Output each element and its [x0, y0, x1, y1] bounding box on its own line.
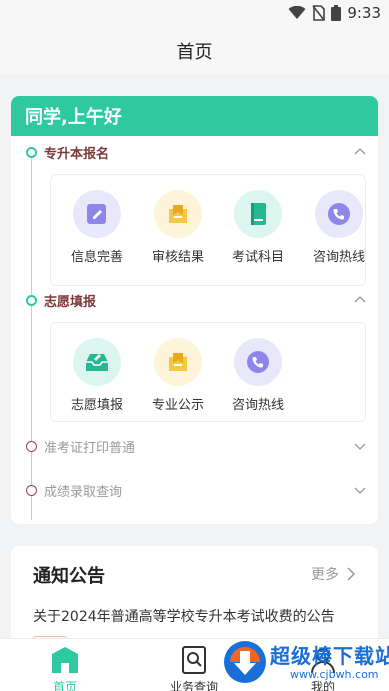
- section-header-application[interactable]: 志愿填报: [11, 288, 378, 312]
- greeting-banner: 同学,上午好: [11, 96, 378, 136]
- app-label: 审核结果: [151, 250, 204, 265]
- home-icon: [52, 647, 78, 673]
- main-card: 同学,上午好 专升本报名 信息完善 审核结果 考试科目 咨询热线 志愿填报 志愿…: [11, 96, 378, 524]
- app-item-review-result[interactable]: 审核结果: [145, 190, 211, 265]
- nav-label: 首页: [52, 680, 77, 691]
- timeline-dot: [26, 440, 37, 452]
- more-link[interactable]: 更多: [311, 564, 356, 584]
- notice-item[interactable]: 关于2024年普通高等学校专升本考试收费的公告: [33, 606, 335, 626]
- more-label: 更多: [311, 567, 339, 583]
- app-item-hotline[interactable]: 咨询热线: [306, 190, 372, 265]
- review-result-icon: [154, 190, 202, 238]
- page-title: 首页: [176, 42, 213, 63]
- header: 首页: [0, 28, 389, 74]
- timeline-dot: [26, 294, 37, 306]
- app-label: 咨询热线: [312, 250, 365, 265]
- download-logo-icon: [224, 641, 266, 683]
- section-header-score-query[interactable]: 成绩录取查询: [11, 478, 378, 502]
- section-label: 志愿填报: [44, 294, 97, 310]
- app-item-major-notice[interactable]: 专业公示: [145, 338, 211, 413]
- status-time: 9:33: [347, 4, 381, 22]
- app-label: 考试科目: [231, 250, 284, 265]
- timeline-line: [31, 150, 32, 520]
- notice-title: 通知公告: [33, 566, 105, 587]
- phone-icon: [315, 190, 363, 238]
- search-doc-icon: [182, 646, 206, 674]
- timeline-dot: [26, 484, 37, 496]
- section-header-registration[interactable]: 专升本报名: [11, 140, 378, 164]
- major-notice-icon: [154, 338, 202, 386]
- phone-icon: [234, 338, 282, 386]
- section-label: 准考证打印普通: [44, 440, 136, 456]
- status-icons: 9:33: [288, 4, 381, 22]
- nav-label: 业务查询: [169, 680, 218, 691]
- app-label: 志愿填报: [70, 398, 123, 413]
- section-header-admission-ticket[interactable]: 准考证打印普通: [11, 434, 378, 458]
- timeline-dot: [26, 146, 37, 158]
- registration-panel: 信息完善 审核结果 考试科目 咨询热线: [50, 174, 366, 286]
- nav-home[interactable]: 首页: [25, 645, 105, 691]
- exam-subject-icon: [234, 190, 282, 238]
- chevron-right-icon: [347, 567, 356, 581]
- section-label: 专升本报名: [44, 146, 110, 162]
- chevron-down-icon[interactable]: [354, 440, 366, 452]
- application-panel: 志愿填报 专业公示 咨询热线: [50, 322, 366, 422]
- application-inbox-icon: [73, 338, 121, 386]
- edit-info-icon: [73, 190, 121, 238]
- watermark: 超级棒下载站 www.cjbwh.com: [220, 636, 389, 691]
- no-sim-icon: [312, 5, 326, 21]
- battery-icon: [331, 5, 342, 21]
- app-label: 信息完善: [70, 250, 123, 265]
- app-item-hotline-2[interactable]: 咨询热线: [225, 338, 291, 413]
- app-item-fill-application[interactable]: 志愿填报: [64, 338, 130, 413]
- chevron-up-icon[interactable]: [354, 294, 366, 306]
- app-item-info-complete[interactable]: 信息完善: [64, 190, 130, 265]
- app-label: 咨询热线: [231, 398, 284, 413]
- wifi-icon: [288, 6, 306, 19]
- app-label: 专业公示: [151, 398, 204, 413]
- chevron-down-icon[interactable]: [354, 484, 366, 496]
- watermark-text: 超级棒下载站: [270, 644, 389, 668]
- status-bar: 9:33: [0, 0, 389, 28]
- section-label: 成绩录取查询: [44, 484, 123, 500]
- app-item-exam-subject[interactable]: 考试科目: [225, 190, 291, 265]
- watermark-url: www.cjbwh.com: [290, 668, 379, 681]
- chevron-up-icon[interactable]: [354, 146, 366, 158]
